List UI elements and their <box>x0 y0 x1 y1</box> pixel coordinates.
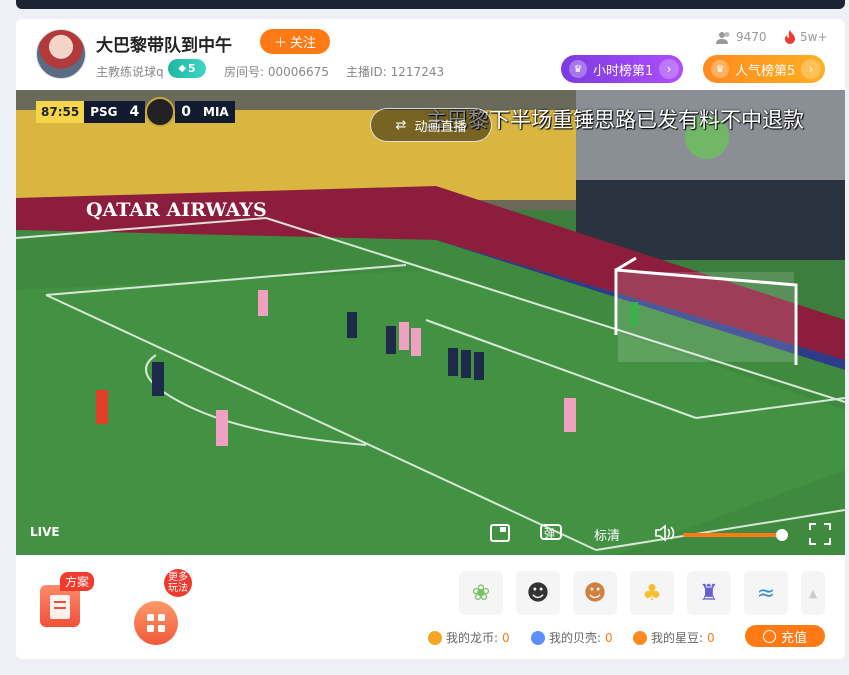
coin-icon <box>762 629 776 643</box>
wallet-value: 0 <box>707 630 715 645</box>
popularity-rank-button[interactable]: ♛ 人气榜第5 › <box>703 55 825 83</box>
level-icon: ◆ <box>178 63 187 74</box>
fullscreen-icon[interactable] <box>809 523 831 549</box>
hourly-rank-label: 小时榜第1 <box>593 63 654 79</box>
room-id-value: 00006675 <box>267 65 329 79</box>
host-id-label: 主播ID: <box>346 65 387 79</box>
star-bean-icon <box>633 630 647 645</box>
lucky-bag-icon: ❀ <box>471 580 491 606</box>
users-icon <box>716 31 730 44</box>
hourly-rank-button[interactable]: ♛ 小时榜第1 › <box>561 55 683 83</box>
shell-icon <box>531 630 545 645</box>
trophy-icon: ♛ <box>569 60 587 78</box>
volume-level <box>683 533 782 537</box>
away-score: 0 <box>175 101 197 123</box>
room-id-label: 房间号: <box>224 65 265 79</box>
gift-scroll-button[interactable]: ▲ <box>801 571 825 615</box>
castle-icon: ♜ <box>699 580 719 606</box>
gift-item[interactable]: ❀ <box>459 571 503 615</box>
host-id-value: 1217243 <box>390 65 445 79</box>
home-team: PSG <box>84 101 124 123</box>
host-id: 主播ID: 1217243 <box>346 63 444 80</box>
animation-live-label: 动画直播 <box>414 119 467 135</box>
wave-picture-icon: ≈ <box>756 580 776 606</box>
level-value: 5 <box>188 62 196 75</box>
popularity-rank-label: 人气榜第5 <box>735 63 796 79</box>
bell-icon: ♣ <box>642 580 662 606</box>
room-id: 房间号: 00006675 <box>224 63 329 80</box>
wallet-star-bean: 我的星豆: 0 <box>633 629 715 646</box>
recharge-button[interactable]: 充值 <box>745 625 825 647</box>
live-indicator: LIVE <box>30 525 60 539</box>
ad-board-text: QATAR AIRWAYS <box>86 199 267 221</box>
gift-item[interactable]: ☻ <box>516 571 560 615</box>
gift-item[interactable]: ≈ <box>744 571 788 615</box>
plus-icon: ＋ <box>273 36 287 51</box>
swap-icon: ⇄ <box>395 117 407 133</box>
streamer-avatar[interactable] <box>36 29 86 79</box>
danmu-toggle-button[interactable]: 弹 <box>540 524 562 546</box>
match-scene: QATAR AIRWAYS <box>16 90 845 555</box>
plan-button[interactable] <box>40 585 80 627</box>
wallet-label: 我的星豆: <box>651 631 704 645</box>
dragon-coin-icon <box>428 630 442 645</box>
room-title: 大巴黎带队到中午 <box>96 36 232 56</box>
document-icon <box>50 595 70 619</box>
competition-logo <box>145 97 176 127</box>
danmu-icon-label: 弹 <box>544 527 555 540</box>
wallet-value: 0 <box>502 630 510 645</box>
crown-icon: ♛ <box>711 60 729 78</box>
live-room-card: 大巴黎带队到中午 ＋ 关注 主教练说球q ◆ 5 房间号: 00006675 主… <box>16 19 845 659</box>
gift-item[interactable]: ♜ <box>687 571 731 615</box>
wallet-value: 0 <box>605 630 613 645</box>
chevron-right-icon: › <box>801 59 821 79</box>
recharge-label: 充值 <box>780 630 807 646</box>
gift-item[interactable]: ♣ <box>630 571 674 615</box>
plan-label: 方案 <box>60 572 95 591</box>
room-category[interactable]: 主教练说球q <box>96 63 164 80</box>
volume-slider[interactable] <box>683 529 788 541</box>
pip-icon[interactable] <box>490 524 510 546</box>
husky-icon: ☻ <box>526 580 550 606</box>
room-header: 大巴黎带队到中午 ＋ 关注 主教练说球q ◆ 5 房间号: 00006675 主… <box>16 19 845 89</box>
wallet-label: 我的龙币: <box>446 631 499 645</box>
away-team: MIA <box>197 101 235 123</box>
wallet-label: 我的贝壳: <box>549 631 602 645</box>
wallet-shell: 我的贝壳: 0 <box>531 629 613 646</box>
viewer-count: 9470 <box>716 30 767 44</box>
level-badge: ◆ 5 <box>168 59 206 78</box>
quality-button[interactable]: 标清 <box>594 525 620 544</box>
more-play-button[interactable] <box>134 601 178 645</box>
animation-live-button[interactable]: ⇄ 动画直播 <box>370 108 492 142</box>
volume-icon[interactable] <box>654 524 676 546</box>
volume-handle[interactable] <box>775 529 788 541</box>
heat-count: 5w+ <box>784 30 828 44</box>
viewer-count-value: 9470 <box>736 30 767 44</box>
flame-icon <box>785 30 795 44</box>
video-player[interactable]: QATAR AIRWAYS 87:55 PSG 4 0 MIA 主巴黎下半场重锤… <box>16 90 845 555</box>
follow-button[interactable]: ＋ 关注 <box>260 29 330 54</box>
top-nav-bar <box>16 0 845 9</box>
cat-icon: ☻ <box>583 580 607 606</box>
match-clock: 87:55 <box>36 101 85 123</box>
home-score: 4 <box>123 101 146 123</box>
interaction-bar: 方案 更多玩法 ❀ ☻ ☻ ♣ ♜ ≈ ▲ 我的龙币: 0 我的贝壳: 0 我的… <box>16 555 845 659</box>
heat-value: 5w+ <box>800 30 828 44</box>
wallet-dragon-coin: 我的龙币: 0 <box>428 629 510 646</box>
follow-label: 关注 <box>290 36 317 51</box>
more-play-label: 更多玩法 <box>164 569 192 597</box>
chevron-right-icon: › <box>659 59 679 79</box>
gift-item[interactable]: ☻ <box>573 571 617 615</box>
grid-icon <box>147 614 165 632</box>
scoreboard: 87:55 PSG 4 0 MIA <box>36 97 235 127</box>
chevron-up-icon: ▲ <box>808 586 818 600</box>
